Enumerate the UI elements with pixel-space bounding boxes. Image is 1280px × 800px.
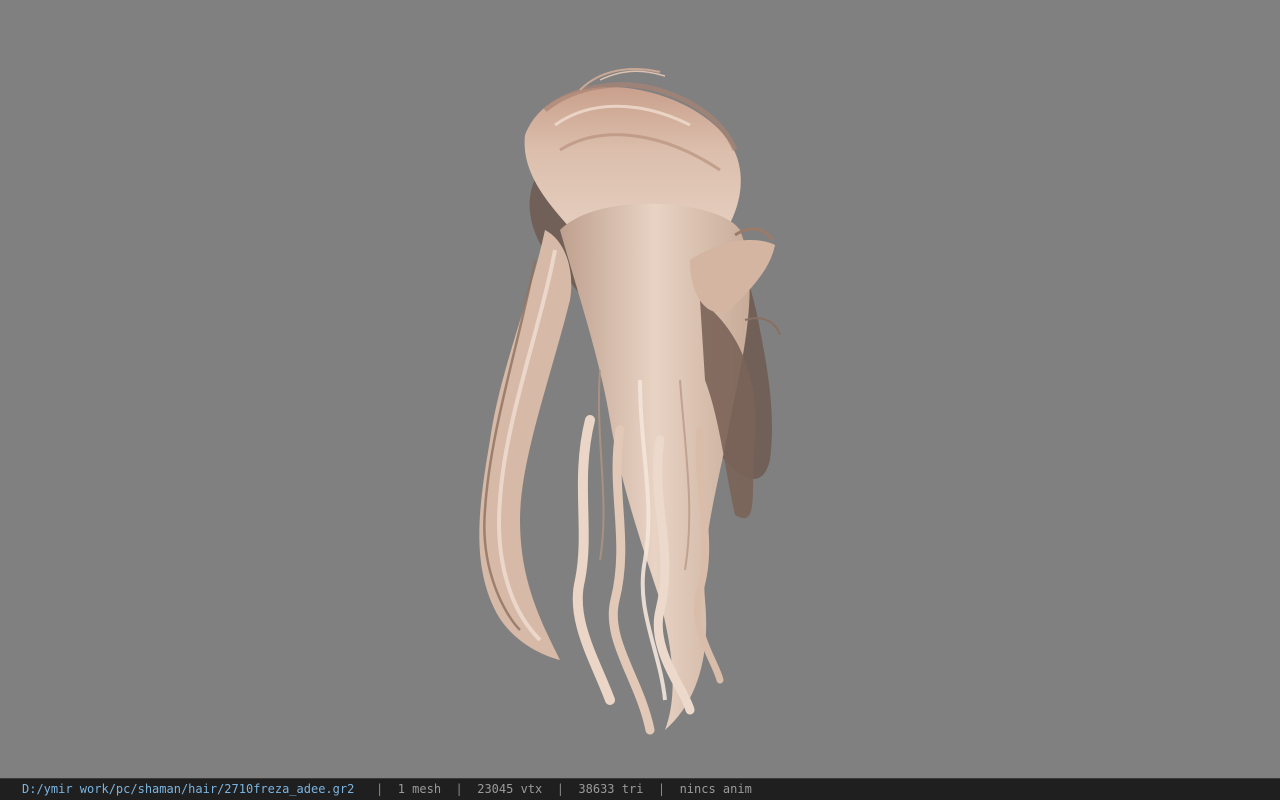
separator: | — [455, 782, 463, 796]
status-bar: D:/ymir work/pc/shaman/hair/2710freza_ad… — [0, 778, 1280, 800]
mesh-count-text: 1 mesh — [397, 782, 442, 796]
file-path-text: D:/ymir work/pc/shaman/hair/2710freza_ad… — [22, 782, 355, 796]
triangle-count-text: 38633 tri — [578, 782, 644, 796]
separator: | — [556, 782, 564, 796]
3d-viewport[interactable] — [0, 0, 1280, 778]
animation-status-text: nincs anim — [679, 782, 752, 796]
hair-model-render[interactable] — [0, 0, 1280, 778]
vertex-count-text: 23045 vtx — [477, 782, 543, 796]
